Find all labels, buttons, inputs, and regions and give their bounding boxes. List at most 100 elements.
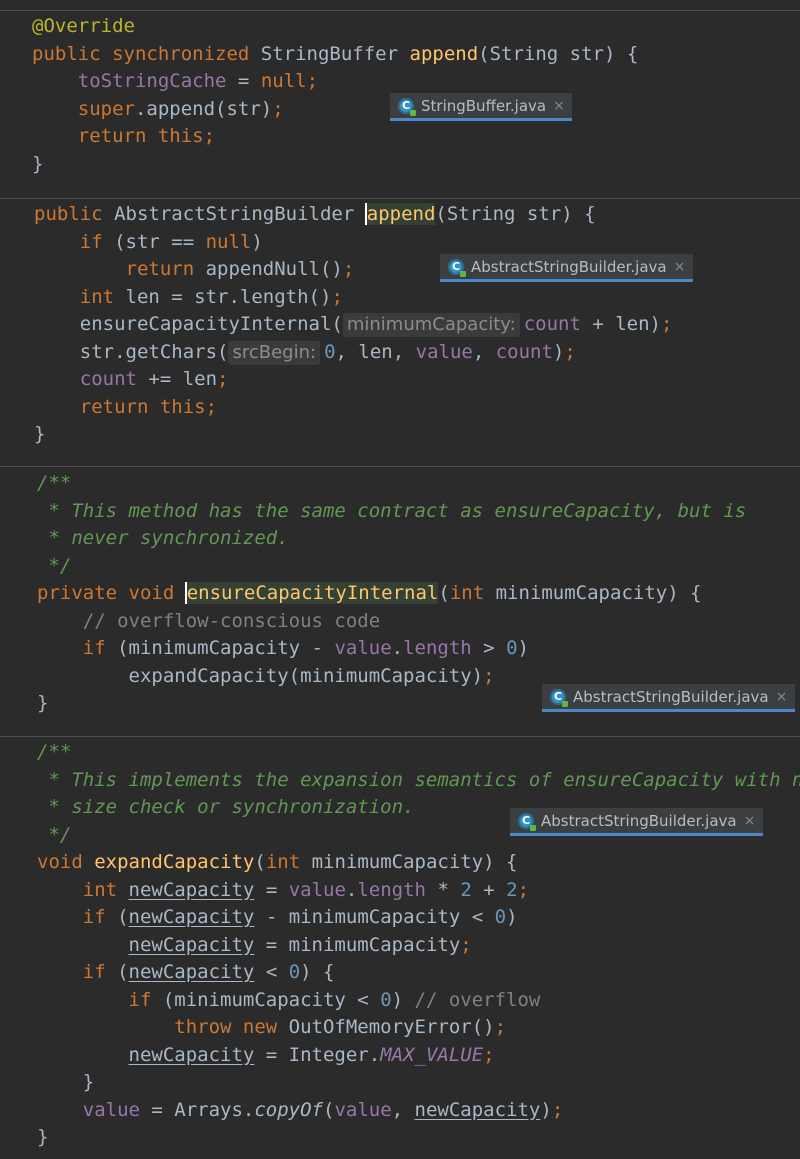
code-token: ) xyxy=(540,1098,552,1121)
code-token: /** xyxy=(37,472,72,494)
code-token: length xyxy=(403,637,472,659)
code-token: toStringCache xyxy=(77,70,227,92)
file-tab-abstractstringbuilder[interactable]: C AbstractStringBuilder.java × xyxy=(510,808,763,836)
close-icon[interactable]: × xyxy=(674,259,686,275)
code-token: super xyxy=(77,97,135,120)
code-line: public synchronized StringBuffer append(… xyxy=(32,40,638,68)
close-icon[interactable]: × xyxy=(553,98,565,114)
file-tab-abstractstringbuilder[interactable]: C AbstractStringBuilder.java × xyxy=(440,254,693,282)
code-token: AbstractStringBuilder xyxy=(114,203,366,225)
code-token: , xyxy=(335,340,359,363)
code-line: // overflow-conscious code xyxy=(37,607,380,635)
file-tab-label: StringBuffer.java xyxy=(421,96,547,115)
code-token: + xyxy=(471,878,507,901)
code-line: */ xyxy=(37,552,71,580)
code-line: count += len; xyxy=(34,365,229,393)
code-token: } xyxy=(32,152,44,175)
code-token: newCapacity xyxy=(128,961,255,983)
code-token: synchronized xyxy=(112,42,261,65)
code-token: return this xyxy=(79,395,206,418)
code-token: < xyxy=(254,961,289,983)
code-token: ; xyxy=(217,368,229,390)
code-token: (str == xyxy=(114,230,206,253)
code-line: } xyxy=(37,1123,48,1151)
code-line: * size check or synchronization. xyxy=(37,793,414,821)
code-token: /** xyxy=(37,741,72,763)
code-token: copyOf xyxy=(254,1098,323,1121)
code-token: null xyxy=(260,70,307,92)
file-tab-stringbuffer[interactable]: C StringBuffer.java × xyxy=(390,93,572,121)
code-token: } xyxy=(37,1071,95,1093)
java-class-icon: C xyxy=(550,688,568,707)
code-token: void xyxy=(37,851,95,873)
code-token: int xyxy=(82,878,129,901)
code-token: value xyxy=(334,1098,392,1121)
code-token: , xyxy=(391,1098,415,1121)
code-line: /** xyxy=(37,738,71,766)
code-line: public AbstractStringBuilder append(Stri… xyxy=(34,200,596,228)
code-line: toStringCache = null; xyxy=(32,67,318,95)
code-token: + len) xyxy=(580,313,661,335)
code-line: throw new OutOfMemoryError(); xyxy=(37,1013,506,1041)
code-line: } xyxy=(37,1068,94,1096)
code-token: int xyxy=(79,285,126,308)
code-token: if xyxy=(128,988,163,1011)
code-line: } xyxy=(37,689,48,717)
code-token: if xyxy=(82,906,118,928)
code-token: */ xyxy=(37,823,72,846)
code-token: if xyxy=(82,637,118,659)
code-token: MAX_VALUE xyxy=(380,1043,484,1066)
code-token: = Integer. xyxy=(254,1043,381,1066)
code-token: } xyxy=(37,692,49,714)
code-token: - minimumCapacity < xyxy=(254,906,495,928)
code-token: ; xyxy=(331,285,343,308)
code-token: minimumCapacity) { xyxy=(311,851,518,873)
code-token: private xyxy=(37,582,129,604)
code-token: value xyxy=(334,637,392,659)
code-token: // overflow xyxy=(414,988,541,1011)
java-class-icon: C xyxy=(448,258,466,277)
code-line: void expandCapacity(int minimumCapacity)… xyxy=(37,848,517,876)
code-token: minimumCapacity) { xyxy=(495,582,702,604)
code-token: ) xyxy=(391,988,415,1011)
code-token: newCapacity xyxy=(128,933,255,956)
code-token: ; xyxy=(517,878,530,901)
close-icon[interactable]: × xyxy=(776,689,788,705)
code-token: newCapacity xyxy=(128,906,255,928)
code-token: ; xyxy=(494,1016,507,1038)
code-token: > xyxy=(471,637,507,659)
code-token: ( xyxy=(438,582,450,604)
code-token: expandCapacity(minimumCapacity) xyxy=(37,664,484,687)
code-token: ; xyxy=(483,664,495,687)
code-token: ) xyxy=(506,906,518,928)
code-token: (String str) { xyxy=(435,203,596,225)
code-token: * never synchronized. xyxy=(37,527,289,549)
code-token: ) xyxy=(251,230,263,253)
code-token: (String str) { xyxy=(478,42,639,65)
file-tab-label: AbstractStringBuilder.java xyxy=(541,811,737,830)
code-line: if (minimumCapacity < 0) // overflow xyxy=(37,986,541,1014)
code-token: value xyxy=(415,340,473,363)
code-token: ; xyxy=(483,1043,495,1066)
close-icon[interactable]: × xyxy=(744,813,756,829)
code-token: newCapacity xyxy=(414,1098,541,1121)
code-token: newCapacity xyxy=(128,1043,255,1066)
parameter-hint: minimumCapacity: xyxy=(342,313,520,337)
code-token: return this xyxy=(77,125,204,147)
code-line: int len = str.length(); xyxy=(34,283,343,311)
code-token: ; xyxy=(306,70,319,92)
code-line: if (newCapacity - minimumCapacity < 0) xyxy=(37,903,518,931)
code-token: len, xyxy=(358,340,416,363)
code-token: @Override xyxy=(32,15,135,37)
file-tab-abstractstringbuilder[interactable]: C AbstractStringBuilder.java × xyxy=(542,684,795,712)
code-line: newCapacity = minimumCapacity; xyxy=(37,931,472,959)
